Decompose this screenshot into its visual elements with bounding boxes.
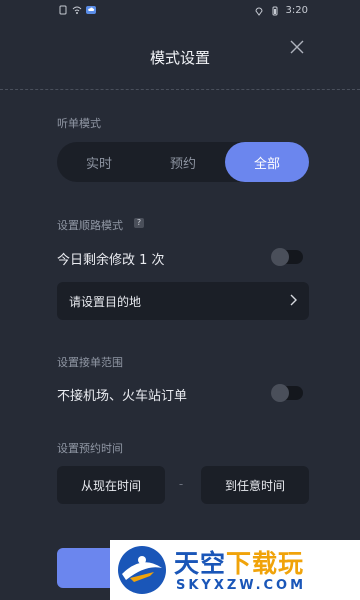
chevron-right-icon <box>290 294 297 306</box>
toggle-knob <box>271 384 289 402</box>
status-bar: 3:20 <box>0 0 360 22</box>
toggle-knob <box>271 248 289 266</box>
route-mode-toggle[interactable] <box>271 248 303 266</box>
order-mode-label: 听单模式 <box>57 117 101 130</box>
exclude-airport-text: 不接机场、火车站订单 <box>57 389 188 404</box>
watermark-brand-accent: 下载玩 <box>226 549 305 578</box>
cloud-icon <box>86 6 96 14</box>
route-remaining-text: 今日剩余修改 1 次 <box>57 253 165 268</box>
status-time: 3:20 <box>285 5 308 16</box>
order-mode-option-realtime[interactable]: 实时 <box>57 142 141 182</box>
watermark-url: SKYXZW.COM <box>176 578 307 593</box>
to-time-button[interactable]: 到任意时间 <box>201 466 309 504</box>
header-divider <box>0 89 360 90</box>
status-left <box>58 5 96 15</box>
logo-icon <box>118 546 166 594</box>
page-title: 模式设置 <box>149 49 210 67</box>
sim-icon <box>59 5 67 15</box>
watermark-brand: 天空下载玩 <box>174 544 304 580</box>
help-icon[interactable]: ? <box>134 218 144 228</box>
from-time-button[interactable]: 从现在时间 <box>57 466 165 504</box>
booking-time-label: 设置预约时间 <box>57 442 123 455</box>
location-icon <box>255 7 263 16</box>
watermark: 天空下载玩 SKYXZW.COM <box>110 540 360 600</box>
range-label: 设置接单范围 <box>57 356 123 369</box>
close-icon[interactable] <box>290 40 304 54</box>
order-mode-option-booking[interactable]: 预约 <box>141 142 225 182</box>
battery-icon <box>272 6 278 15</box>
route-mode-label: 设置顺路模式 <box>57 219 123 232</box>
watermark-brand-main: 天空 <box>174 549 227 578</box>
order-mode-segmented-control: 实时 预约 全部 <box>57 142 309 182</box>
status-right: 3:20 <box>254 5 308 16</box>
time-separator: - <box>178 477 184 491</box>
exclude-airport-toggle[interactable] <box>271 384 303 402</box>
order-mode-option-all[interactable]: 全部 <box>225 142 309 182</box>
destination-selector[interactable]: 请设置目的地 <box>57 282 309 320</box>
confirm-button[interactable] <box>57 548 117 588</box>
destination-placeholder: 请设置目的地 <box>69 295 142 309</box>
wifi-icon <box>72 6 82 14</box>
